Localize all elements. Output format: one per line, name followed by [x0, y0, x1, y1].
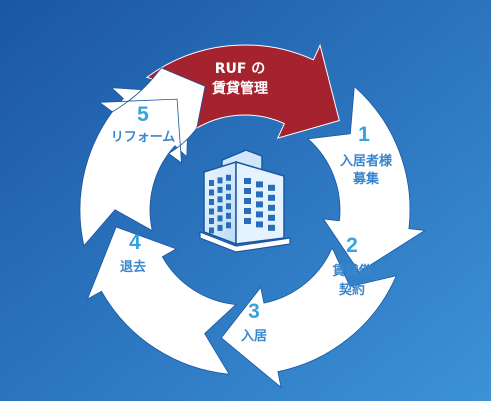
step-5-label-line-1: リフォーム	[111, 130, 176, 145]
building-window	[226, 193, 231, 200]
step-2-label-line-2: 契約	[338, 282, 365, 298]
building-window	[244, 208, 251, 214]
building-window	[256, 201, 263, 208]
building-window	[256, 211, 263, 218]
building-window	[209, 189, 214, 196]
building-window	[256, 191, 263, 198]
cycle-diagram: 1 入居者様 募集 2 賃貸借 契約 3 入居 4 退去 5 リフォーム RUF…	[0, 0, 491, 401]
building-window	[209, 227, 214, 234]
building-window	[268, 214, 275, 221]
building-window	[226, 174, 231, 181]
building-window	[256, 221, 263, 228]
building-window	[226, 184, 231, 191]
building-window	[256, 181, 263, 188]
step-2-number: 2	[346, 234, 358, 257]
building-window	[226, 203, 231, 210]
building-window	[209, 208, 214, 215]
building-window	[209, 180, 214, 186]
step-3-label-line-1: 入居	[241, 329, 267, 344]
building-window	[244, 178, 251, 184]
building-window	[244, 198, 251, 204]
building-window	[226, 222, 231, 229]
cycle-diagram-svg: 1 入居者様 募集 2 賃貸借 契約 3 入居 4 退去 5 リフォーム RUF…	[0, 0, 491, 401]
building-window	[217, 215, 223, 222]
building-window	[268, 194, 275, 201]
building-window	[209, 199, 214, 205]
step-1-number: 1	[358, 123, 370, 146]
step-3-number: 3	[248, 300, 260, 323]
step-2-label-line-1: 賃貸借	[331, 263, 371, 279]
step-1-label-line-1: 入居者様	[340, 153, 393, 169]
center-label-line-1: RUF の	[215, 61, 266, 77]
building-window	[217, 224, 223, 231]
building-window	[226, 212, 231, 219]
building-window	[217, 186, 223, 193]
step-1-label-line-2: 募集	[352, 171, 380, 187]
step-5-number: 5	[137, 103, 149, 126]
building-window	[268, 204, 275, 211]
building-window	[244, 218, 251, 224]
building-window	[217, 205, 223, 212]
step-4-label-line-1: 退去	[120, 259, 146, 275]
center-label-line-2: 賃貸管理	[211, 80, 268, 97]
step-4-number: 4	[129, 231, 141, 254]
building-window	[268, 184, 275, 191]
building-window	[217, 177, 223, 184]
building-window	[268, 224, 275, 231]
building-window	[244, 188, 251, 194]
building-window	[209, 218, 214, 224]
building-window	[217, 196, 223, 203]
